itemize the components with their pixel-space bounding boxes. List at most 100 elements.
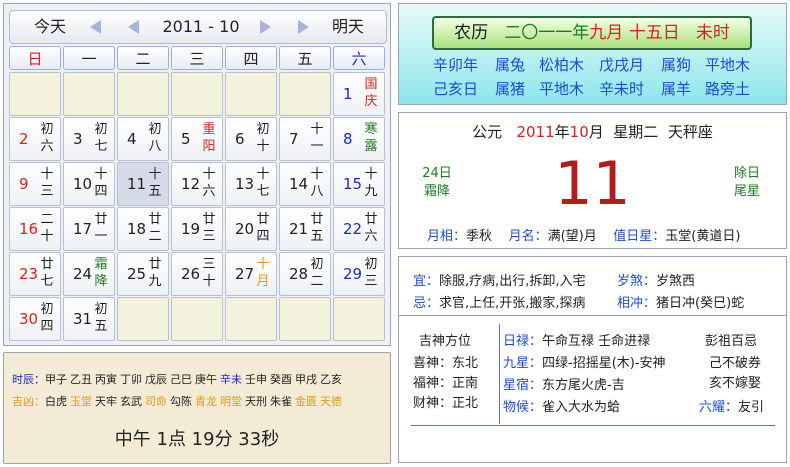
- ganzhi-item: 属猪: [495, 80, 526, 98]
- day-cell[interactable]: 13 十七: [225, 162, 277, 206]
- today-button[interactable]: 今天: [22, 11, 78, 43]
- day-cell[interactable]: 22 廿六: [333, 207, 385, 251]
- lunar-month: 九月: [589, 23, 624, 43]
- ganzhi-item: 辛未时: [599, 80, 645, 98]
- day-cell[interactable]: 19 廿三: [171, 207, 223, 251]
- day-cell[interactable]: 8 寒露: [333, 117, 385, 161]
- jiuxing-text: 四绿-招摇星(木)-安神: [542, 356, 666, 371]
- day-cell[interactable]: 2 初六: [9, 117, 61, 161]
- weekday-header-cell: 五: [279, 46, 331, 70]
- lunar-day: 十五日: [628, 23, 680, 43]
- day-number: 14: [289, 175, 309, 193]
- day-cell[interactable]: 4 初八: [117, 117, 169, 161]
- shichen-list: 甲子 乙丑 丙寅 丁卯 戊辰 己巳 庚午 辛未 壬申 癸酉 甲戌 乙亥: [45, 373, 345, 386]
- empty-cell: [117, 72, 169, 116]
- pengzu-heading: 彭祖百忌: [705, 334, 758, 349]
- day-cell[interactable]: 16 二十: [9, 207, 61, 251]
- shichen-item: 壬申: [245, 373, 267, 386]
- empty-cell: [279, 297, 331, 341]
- day-cell[interactable]: 25 廿九: [117, 252, 169, 296]
- day-number: 29: [343, 265, 363, 283]
- ganzhi-item: 平地木: [705, 56, 751, 74]
- day-cell[interactable]: 14 十八: [279, 162, 331, 206]
- day-cell[interactable]: 27 十月: [225, 252, 277, 296]
- prev-month-icon[interactable]: [128, 20, 139, 34]
- day-number: 2: [19, 130, 29, 148]
- day-cell[interactable]: 26 三十: [171, 252, 223, 296]
- day-cell[interactable]: 10 十四: [63, 162, 115, 206]
- day-cell[interactable]: 6 初十: [225, 117, 277, 161]
- day-number: 5: [181, 130, 191, 148]
- day-cell[interactable]: 21 廿五: [279, 207, 331, 251]
- shichen-item: 乙丑: [70, 373, 92, 386]
- ganzhi-item: 松柏木: [539, 56, 585, 74]
- moon-phase-label: 月相：: [427, 229, 467, 244]
- moon-info-row: 月相：季秋 月名：满(望)月 值日星：玉堂(黄道日): [427, 225, 740, 244]
- day-cell[interactable]: 7 十一: [279, 117, 331, 161]
- lunar-day-label: 三十: [202, 257, 216, 289]
- day-number: 28: [289, 265, 309, 283]
- jiuxing-row: 九星：四绿-招摇星(木)-安神: [503, 352, 666, 371]
- day-cell[interactable]: 9 十三: [9, 162, 61, 206]
- jixiong-item: 玉堂: [70, 395, 92, 408]
- jixiong-item: 白虎: [45, 395, 67, 408]
- shichen-item: 甲戌: [295, 373, 317, 386]
- day-number: 8: [343, 130, 353, 148]
- pengzu-line-1: 己不破券: [709, 356, 762, 371]
- day-officer-info: 除日 尾星: [725, 165, 769, 201]
- tomorrow-button[interactable]: 明天: [320, 11, 376, 43]
- day-cell[interactable]: 20 廿四: [225, 207, 277, 251]
- day-cell[interactable]: 12 十六: [171, 162, 223, 206]
- lunar-day-label: 初七: [94, 122, 108, 154]
- hours-panel: 时辰：甲子 乙丑 丙寅 丁卯 戊辰 己巳 庚午 辛未 壬申 癸酉 甲戌 乙亥 吉凶：白虎 玉堂 天牢 玄武司…: [3, 352, 391, 464]
- day-cell[interactable]: 15 十九: [333, 162, 385, 206]
- gregorian-month: 10: [569, 123, 589, 141]
- empty-cell: [171, 72, 223, 116]
- xiangchong-label: 相冲：: [617, 296, 657, 311]
- next-year-icon[interactable]: [298, 20, 309, 34]
- day-number: 24: [73, 265, 93, 283]
- lunar-day-label: 十月: [256, 257, 270, 289]
- shichen-item: 庚午: [195, 373, 217, 386]
- empty-cell: [117, 297, 169, 341]
- day-cell[interactable]: 5 重阳: [171, 117, 223, 161]
- suisha-label: 岁煞：: [617, 274, 657, 289]
- day-cell[interactable]: 29 初三: [333, 252, 385, 296]
- day-number: 10: [73, 175, 93, 193]
- day-cell[interactable]: 1 国庆: [333, 72, 385, 116]
- day-cell[interactable]: 30 初四: [9, 297, 61, 341]
- day-cell[interactable]: 24 霜降: [63, 252, 115, 296]
- day-cell[interactable]: 3 初七: [63, 117, 115, 161]
- ganzhi-item: 属羊: [661, 80, 692, 98]
- prev-year-icon[interactable]: [90, 20, 101, 34]
- shichen-item: 丁卯: [120, 373, 142, 386]
- empty-cell: [63, 72, 115, 116]
- jixiong-item: 青龙: [195, 395, 217, 408]
- day-cell[interactable]: 18 廿二: [117, 207, 169, 251]
- day-cell[interactable]: 11 十五: [117, 162, 169, 206]
- jixiong-item: 玄武: [120, 395, 142, 408]
- day-number: 16: [19, 220, 39, 238]
- shichen-item: 己巳: [170, 373, 192, 386]
- fortune-god-direction: 福神：正南: [413, 376, 479, 391]
- lunar-day-label: 霜降: [94, 257, 108, 289]
- day-cell[interactable]: 28 初二: [279, 252, 331, 296]
- next-month-icon[interactable]: [260, 20, 271, 34]
- yi-row: 宜：除服,疗病,出行,拆卸,入宅: [413, 270, 586, 289]
- lunar-day-label: 初四: [40, 302, 54, 334]
- jixiong-row: 吉凶：白虎 玉堂 天牢 玄武 司命 勾陈 青龙 明堂 天刑 朱雀 金匮 天德: [12, 393, 348, 409]
- liuyao-label: 六耀：: [699, 400, 739, 415]
- day-cell[interactable]: 17 廿一: [63, 207, 115, 251]
- lunar-hour: 未时: [695, 23, 730, 43]
- lunar-day-label: 十一: [310, 122, 324, 154]
- lunar-year: 二〇一一年: [504, 23, 590, 43]
- gregorian-line: 公元 2011年10月 星期二 天秤座: [399, 121, 786, 142]
- lunar-day-label: 初十: [256, 122, 270, 154]
- day-number: 15: [343, 175, 363, 193]
- shichen-item: 辛未: [220, 373, 242, 386]
- date-panel: 公元 2011年10月 星期二 天秤座 11 24日 霜降 除日 尾星 月相：季…: [398, 112, 787, 249]
- day-cell[interactable]: 23 廿七: [9, 252, 61, 296]
- empty-cell: [171, 297, 223, 341]
- lunar-day-label: 初五: [94, 302, 108, 334]
- day-cell[interactable]: 31 初五: [63, 297, 115, 341]
